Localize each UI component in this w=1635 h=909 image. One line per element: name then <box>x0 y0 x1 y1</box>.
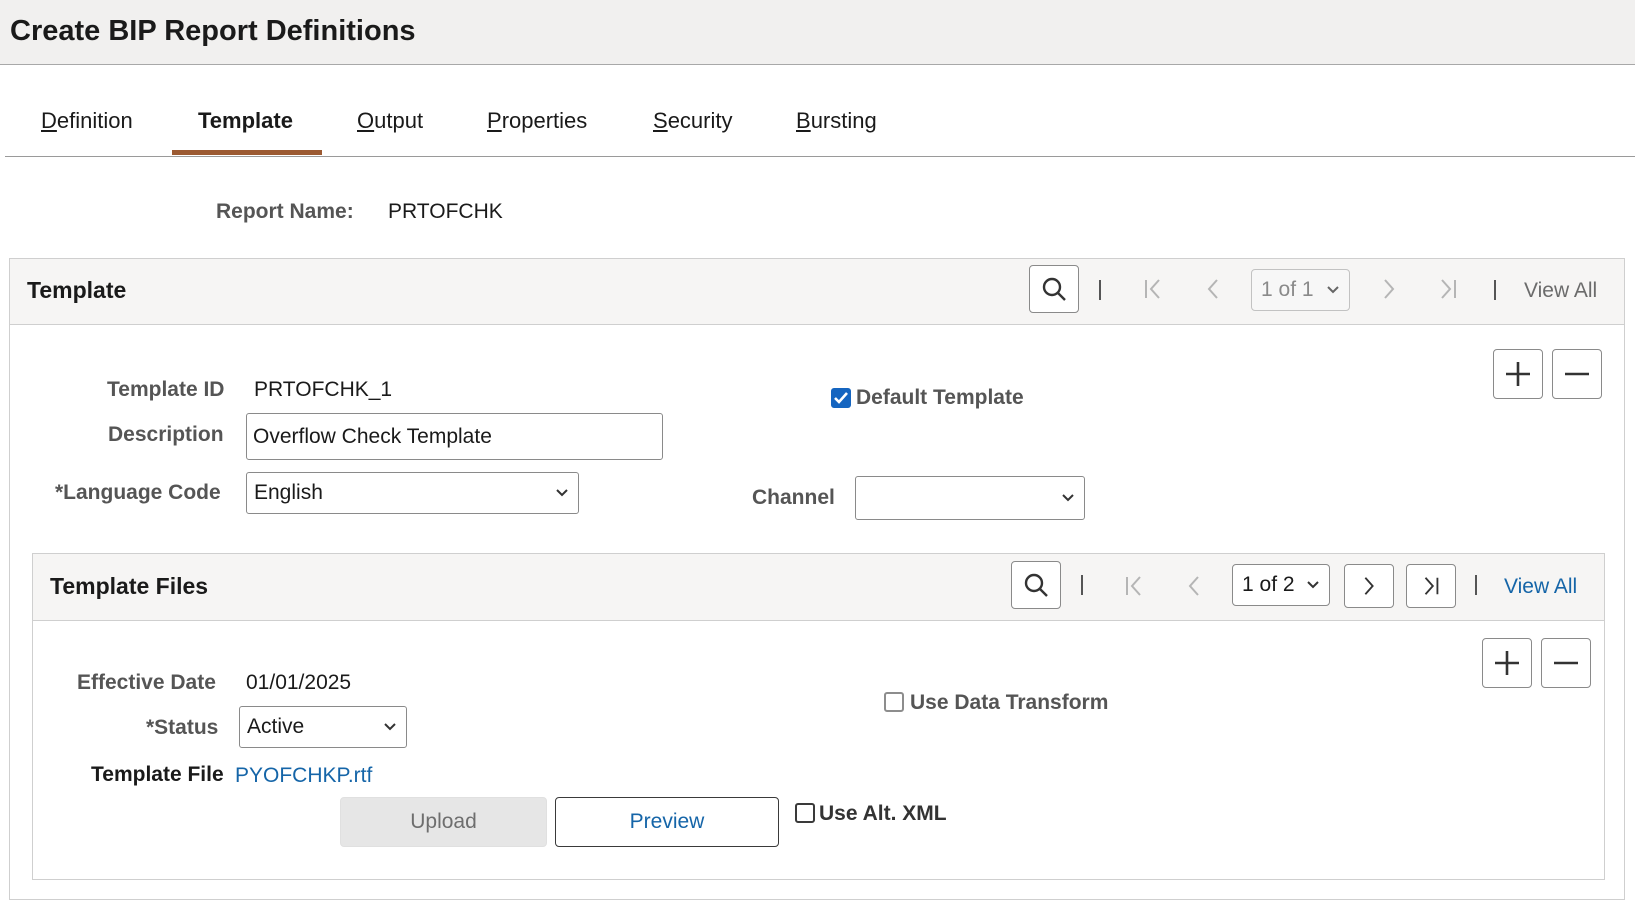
language-code-value: English <box>254 481 323 505</box>
minus-icon <box>1552 649 1580 677</box>
pager-separator <box>1475 575 1477 595</box>
template-file-link[interactable]: PYOFCHKP.rtf <box>235 764 372 788</box>
delete-file-row-button[interactable] <box>1541 638 1591 688</box>
chevron-right-icon <box>1377 277 1401 301</box>
template-files-page-select[interactable]: 1 of 2 <box>1232 564 1330 606</box>
last-page-button[interactable] <box>1435 276 1461 302</box>
active-tab-indicator <box>172 150 322 155</box>
search-icon <box>1023 572 1049 598</box>
pager-separator <box>1081 575 1083 595</box>
preview-button[interactable]: Preview <box>555 797 779 847</box>
description-input[interactable] <box>246 413 663 460</box>
chevron-down-icon <box>1326 285 1340 295</box>
tab-properties[interactable]: Properties <box>487 108 587 134</box>
pager-separator <box>1494 280 1496 300</box>
use-data-transform-checkbox[interactable] <box>884 692 904 712</box>
chevron-down-icon <box>383 722 397 732</box>
template-files-view-all[interactable]: View All <box>1504 575 1577 599</box>
last-page-icon <box>1436 277 1460 301</box>
template-id-label: Template ID <box>107 378 224 402</box>
previous-page-button[interactable] <box>1200 276 1226 302</box>
channel-label: Channel <box>752 486 835 510</box>
report-name-label: Report Name: <box>216 200 354 224</box>
chevron-down-icon <box>1306 580 1320 590</box>
first-page-icon <box>1122 574 1146 598</box>
first-page-icon <box>1141 277 1165 301</box>
status-select[interactable]: Active <box>239 706 407 748</box>
channel-select[interactable] <box>855 476 1085 520</box>
default-template-label: Default Template <box>856 386 1024 410</box>
template-page-value: 1 of 1 <box>1261 278 1314 302</box>
tab-bursting[interactable]: Bursting <box>796 108 877 134</box>
last-page-icon <box>1420 575 1442 597</box>
page-header: Create BIP Report Definitions <box>0 0 1635 65</box>
language-code-select[interactable]: English <box>246 472 579 514</box>
search-icon <box>1041 276 1067 302</box>
effective-date-value: 01/01/2025 <box>246 671 351 695</box>
status-value: Active <box>247 715 304 739</box>
add-file-row-button[interactable] <box>1482 638 1532 688</box>
chevron-down-icon <box>1061 493 1075 503</box>
template-search-button[interactable] <box>1029 265 1079 313</box>
first-page-button[interactable] <box>1121 573 1147 599</box>
chevron-down-icon <box>555 488 569 498</box>
plus-icon <box>1504 360 1532 388</box>
tab-output[interactable]: Output <box>357 108 423 134</box>
template-page-select[interactable]: 1 of 1 <box>1251 269 1350 311</box>
default-template-checkbox[interactable] <box>831 388 851 408</box>
previous-page-button[interactable] <box>1181 573 1207 599</box>
tab-definition[interactable]: Definition <box>41 108 133 134</box>
chevron-right-icon <box>1358 575 1380 597</box>
status-label: *Status <box>146 716 218 740</box>
use-alt-xml-label: Use Alt. XML <box>819 802 947 826</box>
template-files-page-value: 1 of 2 <box>1242 573 1295 597</box>
pager-separator <box>1099 280 1101 300</box>
language-code-label: *Language Code <box>55 481 221 505</box>
template-files-title: Template Files <box>50 573 208 600</box>
add-row-button[interactable] <box>1493 349 1543 399</box>
effective-date-label: Effective Date <box>77 671 216 695</box>
tab-template[interactable]: Template <box>198 108 293 134</box>
delete-row-button[interactable] <box>1552 349 1602 399</box>
template-id-value: PRTOFCHK_1 <box>254 378 392 402</box>
first-page-button[interactable] <box>1140 276 1166 302</box>
plus-icon <box>1493 649 1521 677</box>
checkmark-icon <box>833 391 849 405</box>
chevron-left-icon <box>1182 574 1206 598</box>
use-data-transform-label: Use Data Transform <box>910 691 1108 715</box>
description-label: Description <box>108 423 224 447</box>
chevron-left-icon <box>1201 277 1225 301</box>
next-page-button[interactable] <box>1376 276 1402 302</box>
use-alt-xml-checkbox[interactable] <box>795 803 815 823</box>
page-title: Create BIP Report Definitions <box>10 15 416 48</box>
template-view-all[interactable]: View All <box>1524 279 1597 303</box>
report-name-value: PRTOFCHK <box>388 200 503 224</box>
tabs-divider <box>5 156 1635 157</box>
next-page-button[interactable] <box>1344 564 1394 608</box>
minus-icon <box>1563 360 1591 388</box>
last-page-button[interactable] <box>1406 564 1456 608</box>
template-section-title: Template <box>27 277 126 304</box>
template-file-label: Template File <box>91 763 224 787</box>
tab-security[interactable]: Security <box>653 108 732 134</box>
upload-button[interactable]: Upload <box>340 797 547 847</box>
template-files-search-button[interactable] <box>1011 561 1061 609</box>
